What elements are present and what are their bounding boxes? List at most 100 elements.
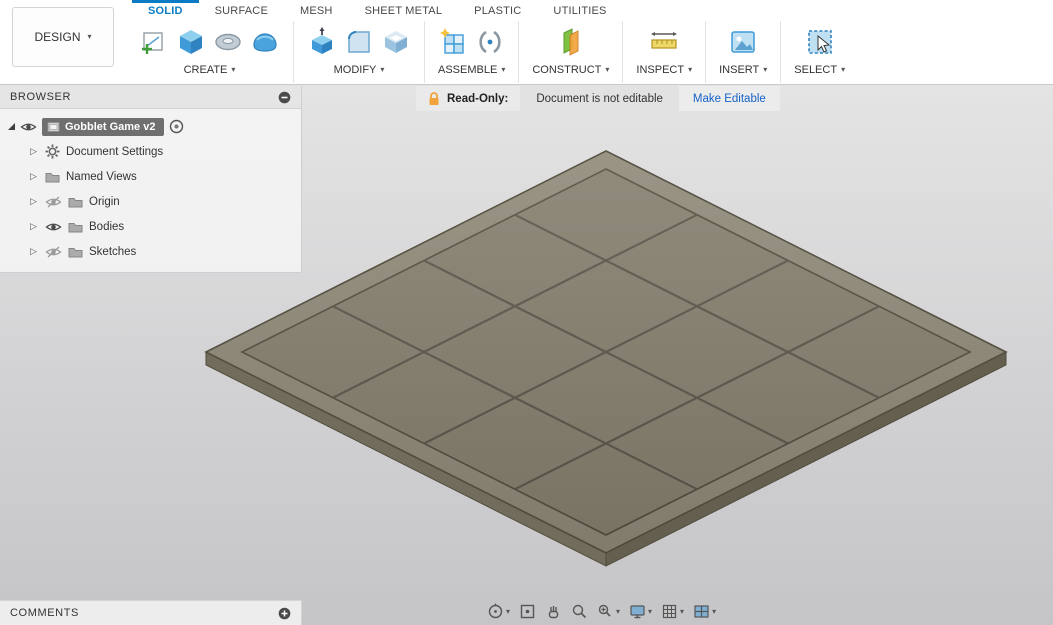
grid-settings-tool[interactable]: ▾ [661, 603, 684, 620]
readonly-status: Read-Only: [416, 86, 521, 111]
viewports-icon [694, 605, 709, 618]
create-sketch-icon[interactable] [139, 27, 169, 57]
tree-item-label: Sketches [89, 245, 137, 258]
lock-icon [429, 91, 439, 105]
expand-closed-icon[interactable]: ▷ [30, 171, 39, 182]
fit-tool[interactable]: ▾ [597, 603, 620, 620]
new-component-icon[interactable] [438, 27, 468, 57]
construct-plane-icon[interactable] [556, 27, 586, 57]
group-modify: MODIFY ▾ [293, 21, 424, 83]
chevron-down-icon: ▾ [87, 32, 92, 41]
comments-title: COMMENTS [10, 607, 79, 619]
expand-closed-icon[interactable]: ▷ [30, 196, 39, 207]
construct-dropdown[interactable]: CONSTRUCT ▾ [532, 64, 609, 76]
root-component-pill[interactable]: Gobblet Game v2 [42, 117, 165, 136]
tab-plastic[interactable]: PLASTIC [458, 0, 537, 19]
tree-item-label: Bodies [89, 220, 125, 233]
insert-canvas-icon[interactable] [728, 27, 758, 57]
measure-icon[interactable] [649, 27, 679, 57]
component-icon [47, 121, 60, 132]
zoom-tool[interactable] [571, 603, 588, 620]
readonly-banner: Read-Only: Document is not editable Make… [416, 86, 780, 111]
chevron-down-icon: ▾ [688, 65, 693, 74]
expand-closed-icon[interactable]: ▷ [30, 221, 39, 232]
top-toolbar: DESIGN ▾ SOLID SURFACE MESH SHEET METAL … [0, 0, 1053, 85]
chevron-down-icon: ▾ [616, 606, 621, 616]
group-select: SELECT ▾ [780, 21, 858, 83]
make-editable-button[interactable]: Make Editable [678, 86, 780, 111]
chevron-down-icon: ▾ [506, 606, 511, 616]
display-settings-icon [630, 605, 645, 619]
fusion-app-window: DESIGN ▾ SOLID SURFACE MESH SHEET METAL … [0, 0, 1053, 625]
tree-item-label: Origin [89, 195, 120, 208]
design-workspace-dropdown[interactable]: DESIGN ▾ [12, 7, 114, 67]
visibility-off-eye-icon[interactable] [45, 246, 62, 258]
chevron-down-icon: ▾ [501, 65, 506, 74]
folder-icon [68, 197, 83, 207]
chevron-down-icon: ▾ [712, 606, 717, 616]
grid-icon [662, 604, 677, 619]
fillet-icon[interactable] [344, 27, 374, 57]
chevron-down-icon: ▾ [763, 65, 768, 74]
create-dropdown[interactable]: CREATE ▾ [184, 64, 236, 76]
folder-icon [45, 172, 60, 182]
group-construct: CONSTRUCT ▾ [518, 21, 622, 83]
group-assemble: ASSEMBLE ▾ [424, 21, 518, 83]
visibility-eye-icon[interactable] [20, 121, 37, 133]
display-settings-tool[interactable]: ▾ [629, 603, 652, 620]
browser-header[interactable]: BROWSER [0, 86, 301, 109]
folder-icon [68, 222, 83, 232]
tree-row-sketches[interactable]: ▷ Sketches [0, 239, 301, 264]
look-at-icon [520, 604, 535, 619]
orbit-tool[interactable]: ▾ [487, 603, 510, 620]
group-create: CREATE ▾ [126, 21, 293, 83]
inspect-dropdown[interactable]: INSPECT ▾ [636, 64, 692, 76]
visibility-off-eye-icon[interactable] [45, 196, 62, 208]
browser-tree: Gobblet Game v2 ▷ Document Settings ▷ Na… [0, 109, 301, 272]
collapse-panel-icon[interactable] [278, 91, 291, 104]
ribbon-groups: CREATE ▾ MODIFY ▾ ASSEMBLE ▾ CONSTRUCT ▾… [126, 21, 858, 83]
modify-dropdown[interactable]: MODIFY ▾ [334, 64, 385, 76]
pan-tool[interactable] [545, 603, 562, 620]
viewports-tool[interactable]: ▾ [693, 603, 716, 620]
joint-icon[interactable] [475, 27, 505, 57]
select-dropdown[interactable]: SELECT ▾ [794, 64, 845, 76]
press-pull-icon[interactable] [307, 27, 337, 57]
revolve-icon[interactable] [213, 27, 243, 57]
tree-row-bodies[interactable]: ▷ Bodies [0, 214, 301, 239]
readonly-message-area: Document is not editable [520, 86, 679, 111]
expand-comments-icon[interactable] [278, 607, 291, 620]
select-icon[interactable] [805, 27, 835, 57]
tree-row-root-component[interactable]: Gobblet Game v2 [0, 114, 301, 139]
zoom-window-icon [598, 604, 611, 617]
view-navigation-bar: ▾ ▾ ▾ ▾ ▾ [487, 603, 716, 620]
group-inspect: INSPECT ▾ [622, 21, 705, 83]
tab-sheet-metal[interactable]: SHEET METAL [349, 0, 459, 19]
tab-surface[interactable]: SURFACE [199, 0, 284, 19]
extrude-icon[interactable] [176, 27, 206, 57]
look-at-tool[interactable] [519, 603, 536, 620]
tree-row-origin[interactable]: ▷ Origin [0, 189, 301, 214]
tree-item-label: Document Settings [66, 145, 164, 158]
assemble-dropdown[interactable]: ASSEMBLE ▾ [438, 64, 505, 76]
expand-open-icon[interactable] [8, 123, 15, 130]
tree-row-document-settings[interactable]: ▷ Document Settings [0, 139, 301, 164]
root-component-label: Gobblet Game v2 [65, 120, 156, 133]
insert-dropdown[interactable]: INSERT ▾ [719, 64, 767, 76]
tab-solid[interactable]: SOLID [132, 0, 199, 19]
ribbon-tabs: SOLID SURFACE MESH SHEET METAL PLASTIC U… [132, 0, 623, 19]
group-insert: INSERT ▾ [705, 21, 780, 83]
tree-row-named-views[interactable]: ▷ Named Views [0, 164, 301, 189]
orbit-icon [488, 603, 503, 619]
visibility-eye-icon[interactable] [45, 221, 62, 233]
comments-panel-header[interactable]: COMMENTS [0, 600, 302, 625]
tab-mesh[interactable]: MESH [284, 0, 349, 19]
shell-icon[interactable] [381, 27, 411, 57]
expand-closed-icon[interactable]: ▷ [30, 146, 39, 157]
expand-closed-icon[interactable]: ▷ [30, 246, 39, 257]
tab-utilities[interactable]: UTILITIES [537, 0, 622, 19]
activate-component-radio-icon[interactable] [169, 119, 184, 134]
chevron-down-icon: ▾ [841, 65, 846, 74]
create-form-icon[interactable] [250, 27, 280, 57]
pan-hand-icon [548, 606, 559, 619]
